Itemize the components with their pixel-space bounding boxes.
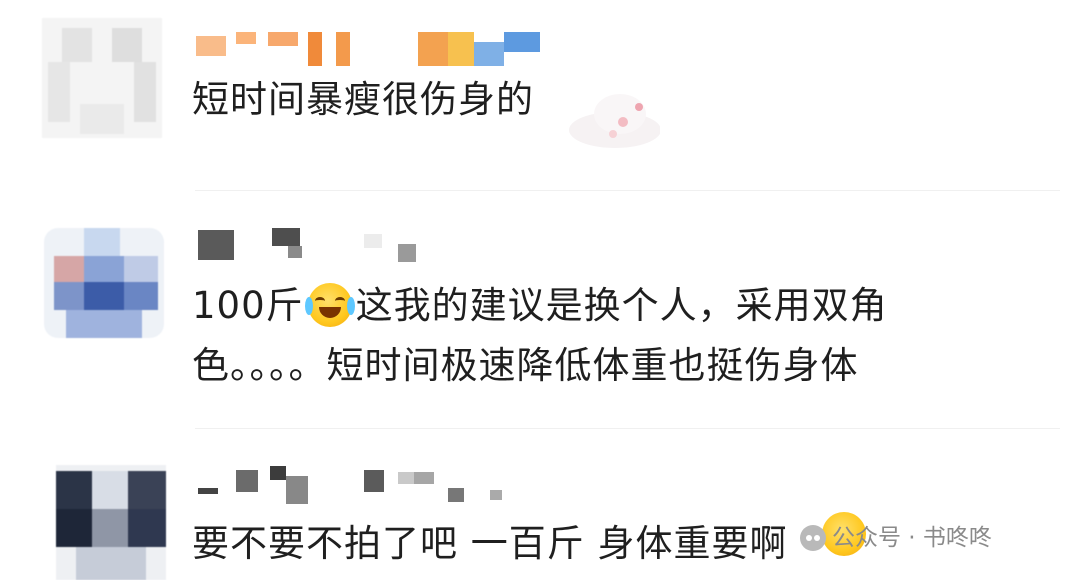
comment-text-line1: 这我的建议是换个人，采用双角 bbox=[355, 284, 888, 327]
wechat-icon bbox=[800, 525, 826, 551]
avatar[interactable] bbox=[56, 465, 166, 580]
comment-text: 短时间暴瘦很伤身的 bbox=[192, 78, 534, 121]
watermark-text: 公众号 · 书咚咚 bbox=[832, 525, 992, 551]
comment-text: 100斤 这我的建议是换个人，采用双角 bbox=[192, 278, 888, 334]
comment-text-line2: 色。。。。短时间极速降低体重也挺伤身体 bbox=[192, 344, 859, 387]
comment-text-prefix: 100斤 bbox=[192, 284, 304, 327]
divider bbox=[195, 428, 1060, 429]
laugh-cry-emoji bbox=[304, 283, 355, 327]
divider bbox=[195, 190, 1060, 191]
watermark: 公众号 · 书咚咚 bbox=[800, 520, 992, 556]
avatar[interactable] bbox=[42, 18, 162, 138]
avatar[interactable] bbox=[44, 228, 164, 338]
username-mosaic[interactable] bbox=[198, 228, 428, 266]
username-mosaic[interactable] bbox=[198, 466, 518, 506]
comment-text: 要不要不拍了吧 一百斤 身体重要啊 bbox=[192, 522, 788, 565]
username-mosaic[interactable] bbox=[196, 32, 546, 68]
sticker-image bbox=[569, 94, 660, 148]
